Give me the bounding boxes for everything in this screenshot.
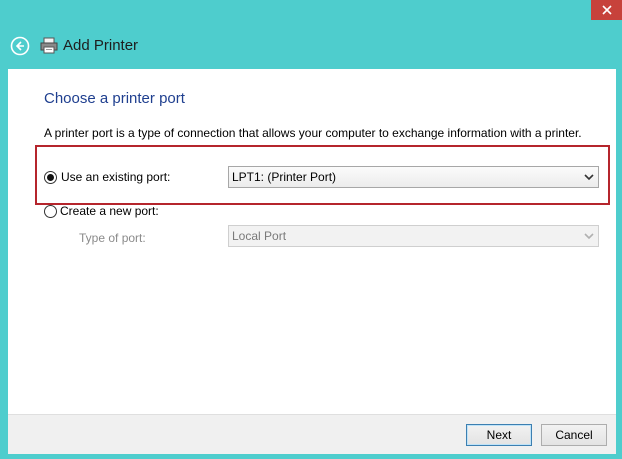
existing-port-value: LPT1: (Printer Port) (232, 170, 337, 184)
new-port-radio[interactable] (44, 205, 57, 218)
back-button[interactable] (10, 36, 30, 56)
chevron-down-icon (584, 233, 594, 240)
cancel-button[interactable]: Cancel (541, 424, 607, 446)
close-icon (601, 5, 612, 15)
printer-icon (40, 37, 58, 54)
next-button[interactable]: Next (466, 424, 532, 446)
port-type-select[interactable]: Local Port (228, 225, 599, 247)
page-description: A printer port is a type of connection t… (44, 126, 582, 140)
window-title: Add Printer (63, 37, 139, 54)
existing-port-label[interactable]: Use an existing port: (61, 169, 170, 185)
wizard-footer: Next Cancel (8, 414, 616, 454)
new-port-label[interactable]: Create a new port: (60, 203, 159, 219)
port-type-label: Type of port: (79, 231, 146, 245)
wizard-content: Choose a printer port A printer port is … (8, 69, 616, 414)
chevron-down-icon (584, 174, 594, 181)
close-button[interactable] (591, 0, 622, 20)
existing-port-select[interactable]: LPT1: (Printer Port) (228, 166, 599, 188)
port-type-value: Local Port (232, 229, 287, 243)
radio-selected-dot (47, 174, 54, 181)
existing-port-radio[interactable] (44, 171, 57, 184)
page-title: Choose a printer port (44, 90, 185, 107)
back-arrow-icon (10, 36, 30, 56)
